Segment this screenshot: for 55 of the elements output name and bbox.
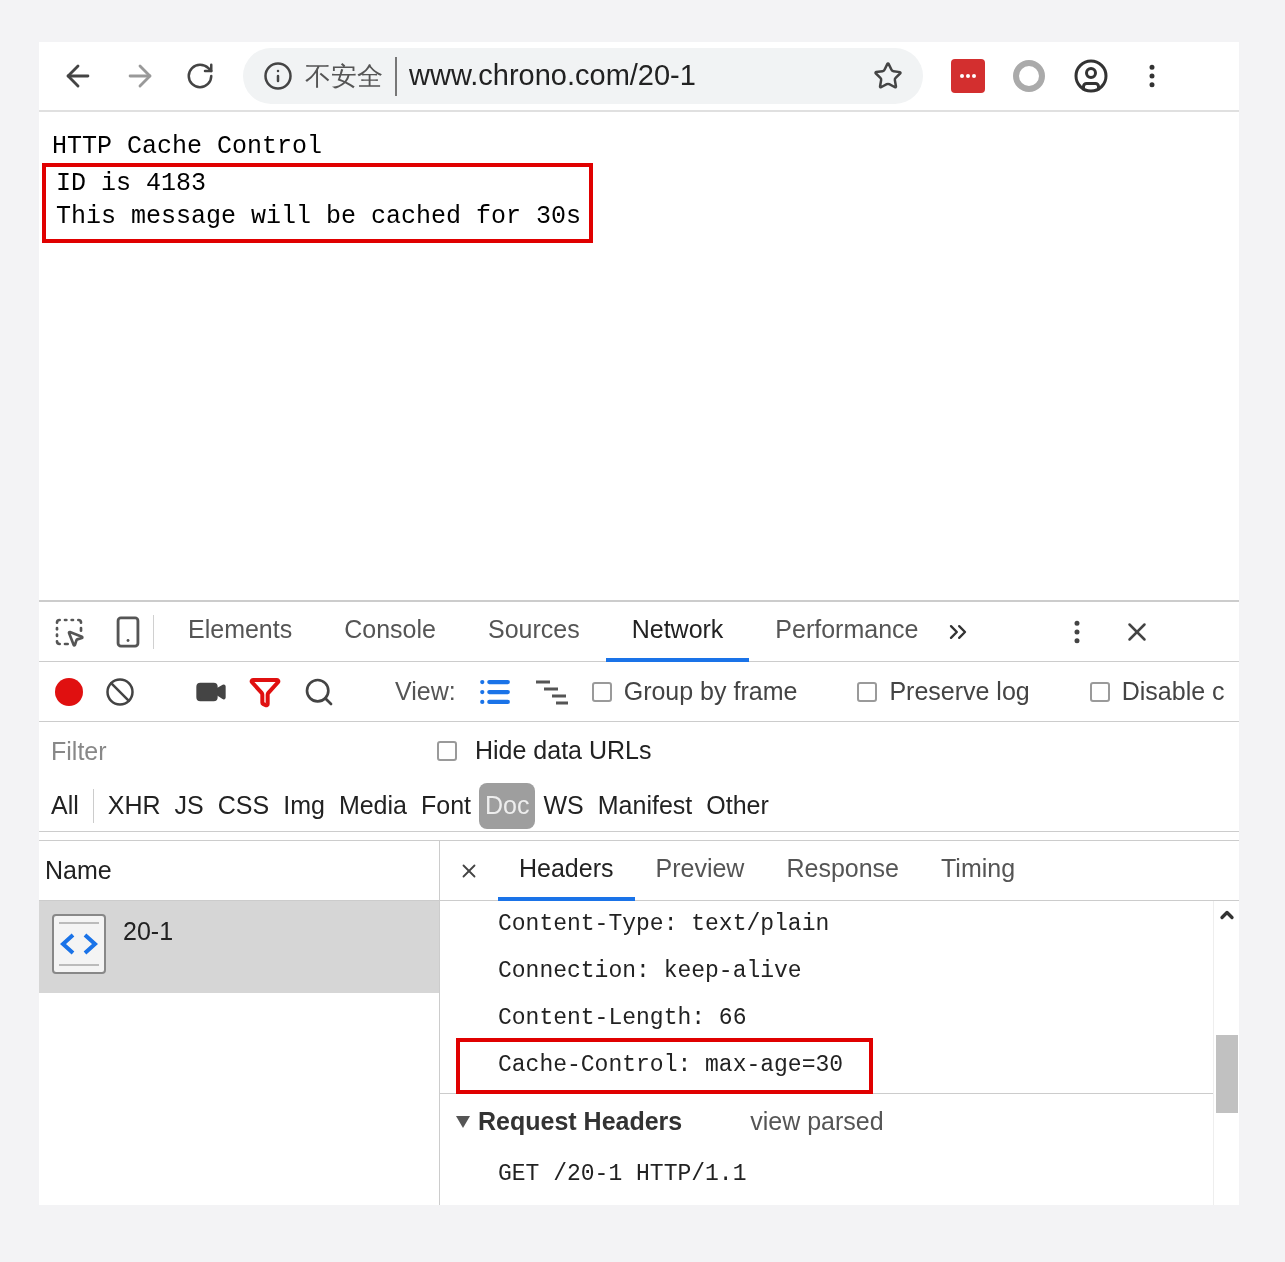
checkbox-label: Preserve log (889, 675, 1030, 707)
detail-tab[interactable]: Response (765, 840, 920, 901)
document-code-icon (51, 913, 107, 975)
expand-triangle-icon[interactable] (456, 1116, 470, 1128)
type-filter[interactable]: WS (537, 782, 590, 829)
page-text-line: ID is 4183 (56, 168, 208, 200)
request-row[interactable]: 20-1 (39, 901, 439, 993)
header-line: Connection: keep-alive (497, 957, 803, 987)
address-bar[interactable]: 不安全 www.chrono.com/20-1 (243, 48, 923, 104)
type-filter[interactable]: Media (332, 782, 413, 829)
devtools-tab[interactable]: Sources (461, 601, 606, 662)
type-filter[interactable]: Font (414, 782, 477, 829)
scrollbar-thumb[interactable] (1215, 1035, 1238, 1113)
checkbox-label: Group by frame (623, 675, 798, 707)
view-label: View: (395, 675, 456, 707)
devtools-tab[interactable]: Console (318, 601, 462, 662)
type-filter[interactable]: JS (168, 782, 210, 829)
type-filter[interactable]: XHR (101, 782, 167, 829)
request-name: 20-1 (123, 916, 174, 947)
type-filter[interactable]: Manifest (591, 782, 699, 829)
type-filter[interactable]: All (45, 782, 85, 829)
name-column-header: Name (45, 854, 112, 886)
devtools-tab[interactable]: Performance (749, 601, 945, 662)
devtools-tab[interactable]: Network (605, 601, 750, 662)
header-line: Content-Length: 66 (497, 1004, 748, 1034)
page-text-line: This message will be cached for 30s (56, 201, 582, 233)
checkbox[interactable] (437, 741, 457, 761)
section-title: Request Headers (478, 1106, 683, 1138)
extension-icon[interactable] (951, 59, 985, 93)
detail-tab[interactable]: Preview (634, 840, 766, 901)
checkbox-label: Disable c (1121, 675, 1225, 707)
record-icon[interactable] (55, 677, 83, 706)
page-heading: HTTP Cache Control (52, 131, 323, 163)
type-filter[interactable]: CSS (211, 782, 276, 829)
waterfall-icon[interactable] (533, 678, 570, 705)
detail-tab[interactable]: Headers (498, 840, 635, 901)
checkbox[interactable] (857, 681, 878, 702)
bookmark-star-icon[interactable] (873, 61, 903, 91)
checkbox[interactable] (591, 681, 612, 702)
filter-icon[interactable] (249, 675, 281, 708)
header-line: GET /20-1 HTTP/1.1 (498, 1159, 747, 1189)
checkbox-label: Hide data URLs (475, 735, 652, 767)
type-filter[interactable]: Other (700, 782, 775, 829)
devtools-tab[interactable]: Elements (162, 601, 319, 662)
url-text: www.chrono.com/20-1 (409, 58, 697, 94)
type-filter[interactable]: Img (277, 782, 331, 829)
security-label: 不安全 (305, 56, 397, 96)
checkbox[interactable] (1089, 681, 1110, 702)
clear-icon[interactable] (105, 676, 135, 707)
reload-icon[interactable] (185, 61, 215, 91)
detail-tab[interactable]: Timing (920, 840, 1037, 901)
profile-icon[interactable] (1073, 58, 1109, 94)
info-icon[interactable] (263, 61, 293, 91)
view-parsed-link[interactable]: view parsed (750, 1103, 884, 1141)
header-line: Content-Type: text/plain (497, 910, 831, 940)
